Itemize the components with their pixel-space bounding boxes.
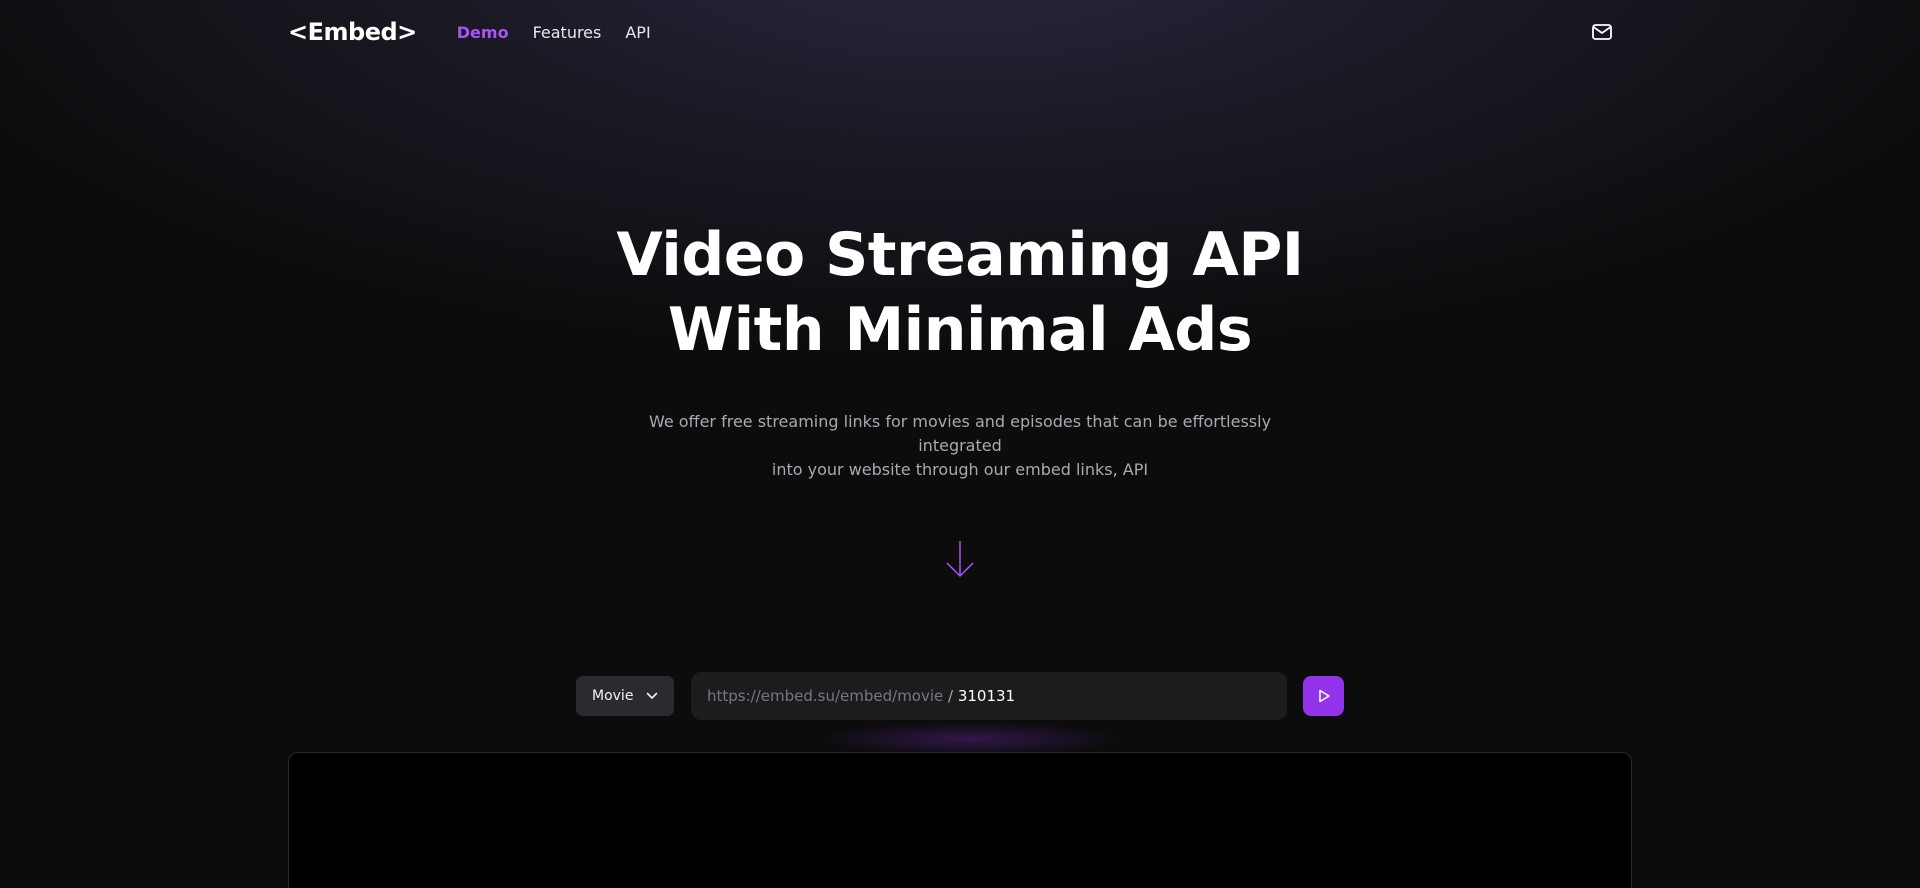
embed-controls: Movie https://embed.su/embed/movie / — [576, 672, 1344, 720]
hero-title-line-1: Video Streaming API — [616, 220, 1304, 290]
nav-link-api[interactable]: API — [625, 23, 650, 42]
media-type-select[interactable]: Movie — [576, 676, 674, 716]
mail-icon — [1592, 24, 1612, 40]
hero-subtitle-line-1: We offer free streaming links for movies… — [648, 412, 1272, 455]
hero-subtitle: We offer free streaming links for movies… — [610, 410, 1310, 482]
embed-url-field: https://embed.su/embed/movie / — [691, 672, 1287, 720]
nav-links: Demo Features API — [457, 23, 651, 42]
media-id-input[interactable] — [957, 687, 1271, 705]
url-separator: / — [943, 687, 958, 705]
arrow-down-icon — [946, 541, 974, 577]
play-icon — [1318, 689, 1330, 703]
media-type-selected: Movie — [592, 688, 634, 704]
page: <Embed> Demo Features API Video Streamin… — [0, 0, 1920, 888]
nav-link-demo[interactable]: Demo — [457, 23, 509, 42]
play-button[interactable] — [1303, 676, 1344, 716]
contact-mail-button[interactable] — [1590, 20, 1614, 44]
video-player[interactable] — [288, 752, 1632, 888]
hero-subtitle-line-2: into your website through our embed link… — [771, 460, 1149, 479]
url-prefix: https://embed.su/embed/movie — [707, 687, 944, 705]
accent-glow — [820, 722, 1120, 756]
hero-title: Video Streaming API With Minimal Ads — [0, 218, 1920, 368]
hero-title-line-2: With Minimal Ads — [667, 295, 1253, 365]
logo[interactable]: <Embed> — [288, 18, 417, 46]
nav-link-features[interactable]: Features — [533, 23, 602, 42]
top-nav: <Embed> Demo Features API — [288, 0, 1632, 64]
chevron-down-icon — [646, 692, 658, 699]
